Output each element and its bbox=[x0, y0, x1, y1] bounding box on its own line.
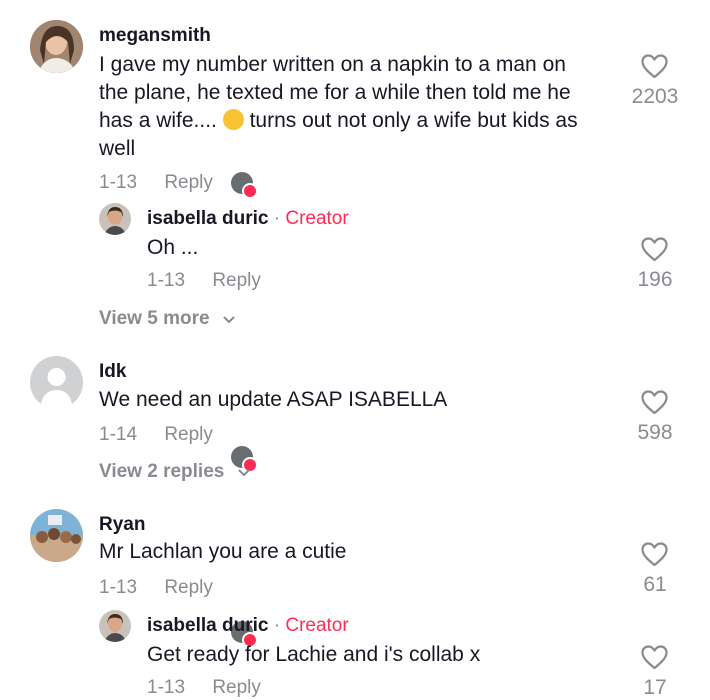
chevron-down-icon bbox=[223, 308, 235, 330]
reply-meta: 1-13 Reply bbox=[147, 677, 261, 699]
comment-text: Mr Lachlan you are a cutie bbox=[99, 540, 347, 563]
like-count: 17 bbox=[643, 676, 667, 699]
creator-badge: Creator bbox=[285, 208, 349, 229]
comment-username[interactable]: megansmith bbox=[99, 25, 211, 47]
reply-button[interactable]: Reply bbox=[212, 677, 261, 698]
upside-down-face-emoji-icon bbox=[222, 109, 244, 130]
comment-date: 1-13 bbox=[99, 172, 138, 193]
creator-badge: Creator bbox=[285, 615, 349, 636]
avatar-megansmith[interactable] bbox=[30, 20, 83, 73]
reply-date: 1-13 bbox=[147, 677, 186, 698]
like-count: 61 bbox=[643, 573, 667, 596]
separator: · bbox=[273, 208, 281, 229]
reply-username[interactable]: isabella duric · Creator bbox=[147, 208, 349, 230]
avatar-isabella-duric[interactable] bbox=[99, 610, 131, 642]
comment-username[interactable]: Ryan bbox=[99, 514, 145, 536]
like-count: 598 bbox=[637, 421, 673, 444]
like-count: 2203 bbox=[631, 85, 679, 108]
heart-outline-icon[interactable] bbox=[641, 237, 668, 262]
creator-liked-badge-icon bbox=[231, 172, 258, 199]
avatar-isabella-duric[interactable] bbox=[99, 203, 131, 235]
view-more-replies-button[interactable]: View 5 more bbox=[99, 308, 235, 330]
chevron-down-icon bbox=[238, 461, 250, 483]
reply-date: 1-13 bbox=[147, 270, 186, 291]
reply-text: Get ready for Lachie and i's collab x bbox=[147, 643, 481, 666]
comment-username[interactable]: Idk bbox=[99, 361, 126, 383]
heart-outline-icon[interactable] bbox=[641, 390, 668, 415]
reply-button[interactable]: Reply bbox=[164, 424, 213, 445]
comment-date: 1-14 bbox=[99, 424, 138, 445]
avatar-idk[interactable] bbox=[30, 356, 83, 409]
like-count: 196 bbox=[637, 268, 673, 291]
reply-username[interactable]: isabella duric · Creator bbox=[147, 615, 349, 637]
reply-meta: 1-13 Reply bbox=[147, 270, 261, 292]
heart-outline-icon[interactable] bbox=[641, 542, 668, 567]
reply-button[interactable]: Reply bbox=[212, 270, 261, 291]
comment-date: 1-13 bbox=[99, 577, 138, 598]
comment-meta: 1-13 Reply bbox=[99, 577, 213, 599]
reply-text: Oh ... bbox=[147, 236, 199, 259]
comment-text: I gave my number written on a napkin to … bbox=[99, 53, 578, 160]
separator: · bbox=[273, 615, 281, 636]
view-more-replies-button[interactable]: View 2 replies bbox=[99, 461, 250, 483]
heart-outline-icon[interactable] bbox=[641, 645, 668, 670]
reply-button[interactable]: Reply bbox=[164, 172, 213, 193]
comment-meta: 1-14 Reply bbox=[99, 424, 213, 446]
reply-button[interactable]: Reply bbox=[164, 577, 213, 598]
heart-outline-icon[interactable] bbox=[641, 54, 668, 79]
comment-text: We need an update ASAP ISABELLA bbox=[99, 388, 448, 411]
comment-meta: 1-13 Reply bbox=[99, 172, 213, 194]
avatar-ryan[interactable] bbox=[30, 509, 83, 562]
